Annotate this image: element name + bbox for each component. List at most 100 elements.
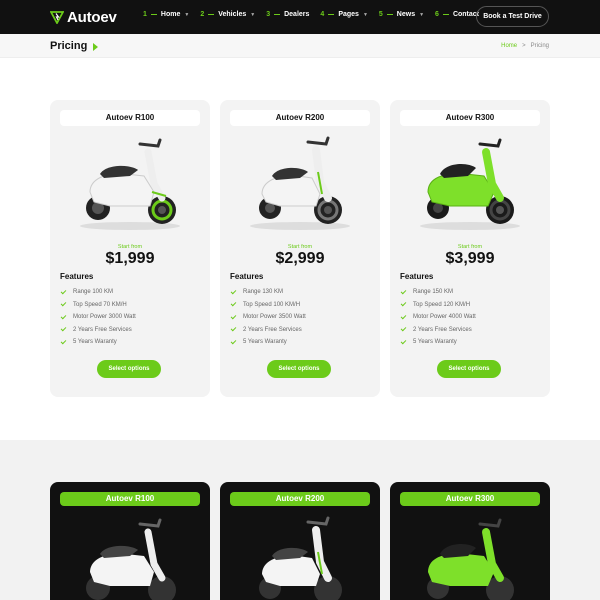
list-item: 2 Years Free Services [230, 324, 306, 337]
list-item: Top Speed 70 KM/H [60, 299, 136, 312]
list-item: Motor Power 4000 Watt [400, 311, 476, 324]
list-item: Range 130 KM [230, 286, 306, 299]
check-icon [400, 300, 407, 307]
breadcrumb-home-link[interactable]: Home [501, 43, 517, 49]
logo-icon [50, 11, 64, 24]
check-icon [230, 325, 237, 332]
book-test-drive-button[interactable]: Book a Test Drive [476, 6, 549, 27]
feature-text: 2 Years Free Services [243, 326, 302, 333]
list-item: Top Speed 120 KM/H [400, 299, 476, 312]
feature-text: Range 100 KM [73, 289, 114, 296]
select-options-button[interactable]: Select options [97, 360, 161, 378]
logo-text: Autoev [67, 8, 117, 26]
dark-pricing-card-r100: Autoev R100 [50, 482, 210, 600]
select-options-button[interactable]: Select options [267, 360, 331, 378]
feature-text: Top Speed 70 KM/H [73, 301, 127, 308]
scooter-image [80, 138, 180, 230]
list-item: 2 Years Free Services [400, 324, 476, 337]
card-title: Autoev R300 [400, 492, 540, 506]
nav-item-vehicles[interactable]: 2 Vehicles ▼ [200, 11, 255, 18]
nav-dash [328, 14, 335, 15]
check-icon [60, 288, 67, 295]
main-nav: 1 Home ▼ 2 Vehicles ▼ 3 Dealers 4 Pages … [143, 11, 479, 18]
card-title: Autoev R300 [400, 110, 540, 126]
feature-text: Motor Power 3000 Watt [73, 314, 136, 321]
feature-text: Motor Power 3500 Watt [243, 314, 306, 321]
nav-label: News [396, 11, 416, 18]
list-item: 2 Years Free Services [60, 324, 136, 337]
check-icon [400, 338, 407, 345]
breadcrumb-separator: > [522, 43, 526, 49]
features-list: Range 130 KM Top Speed 100 KM/H Motor Po… [230, 286, 306, 349]
list-item: Top Speed 100 KM/H [230, 299, 306, 312]
chevron-down-icon: ▼ [250, 11, 256, 18]
check-icon [60, 313, 67, 320]
check-icon [230, 288, 237, 295]
dark-pricing-card-r300: Autoev R300 [390, 482, 550, 600]
list-item: 5 Years Waranty [230, 336, 306, 349]
check-icon [60, 325, 67, 332]
card-title: Autoev R200 [230, 492, 370, 506]
pricing-card-r100: Autoev R100 Start from $1,999 Features R… [50, 100, 210, 397]
check-icon [400, 313, 407, 320]
card-title: Autoev R100 [60, 492, 200, 506]
feature-text: 5 Years Waranty [243, 339, 287, 346]
nav-number: 2 [200, 11, 205, 18]
features-list: Range 150 KM Top Speed 120 KM/H Motor Po… [400, 286, 476, 349]
nav-dash [150, 14, 157, 15]
nav-item-dealers[interactable]: 3 Dealers [266, 11, 309, 18]
page-title: Pricing [50, 40, 88, 52]
scooter-image [86, 518, 176, 600]
check-icon [60, 338, 67, 345]
pricing-card-r200: Autoev R200 Start from $2,999 Features R… [220, 100, 380, 397]
features-list: Range 100 KM Top Speed 70 KM/H Motor Pow… [60, 286, 136, 349]
feature-text: Range 130 KM [243, 289, 284, 296]
nav-number: 3 [266, 11, 271, 18]
chevron-down-icon: ▼ [184, 11, 190, 18]
check-icon [60, 300, 67, 307]
nav-item-news[interactable]: 5 News ▼ [379, 11, 424, 18]
select-options-button[interactable]: Select options [437, 360, 501, 378]
nav-item-pages[interactable]: 4 Pages ▼ [320, 11, 367, 18]
feature-text: 5 Years Waranty [73, 339, 117, 346]
list-item: 5 Years Waranty [60, 336, 136, 349]
nav-label: Pages [338, 11, 359, 18]
list-item: Range 100 KM [60, 286, 136, 299]
price: $1,999 [105, 250, 155, 267]
chevron-down-icon: ▼ [419, 11, 425, 18]
chevron-down-icon: ▼ [362, 11, 368, 18]
feature-text: Top Speed 100 KM/H [243, 301, 301, 308]
features-title: Features [400, 272, 434, 281]
price: $3,999 [445, 250, 495, 267]
feature-text: 2 Years Free Services [73, 326, 132, 333]
nav-item-contact[interactable]: 6 Contact [435, 11, 479, 18]
pricing-card-r300: Autoev R300 Start from $3,999 Features R… [390, 100, 550, 397]
nav-number: 4 [320, 11, 325, 18]
top-navigation-bar: Autoev 1 Home ▼ 2 Vehicles ▼ 3 Dealers 4… [0, 0, 600, 34]
list-item: Motor Power 3500 Watt [230, 311, 306, 324]
dark-pricing-card-r200: Autoev R200 [220, 482, 380, 600]
card-title: Autoev R100 [60, 110, 200, 126]
scooter-image [427, 518, 514, 600]
nav-dash [274, 14, 281, 15]
check-icon [230, 300, 237, 307]
check-icon [230, 338, 237, 345]
play-arrow-icon [93, 43, 98, 51]
feature-text: Range 150 KM [413, 289, 454, 296]
feature-text: 2 Years Free Services [413, 326, 472, 333]
list-item: Range 150 KM [400, 286, 476, 299]
breadcrumb-current: Pricing [530, 43, 549, 49]
check-icon [400, 288, 407, 295]
card-title: Autoev R200 [230, 110, 370, 126]
breadcrumb: Home > Pricing [501, 43, 549, 49]
nav-dash [442, 14, 449, 15]
nav-label: Vehicles [218, 11, 247, 18]
nav-item-home[interactable]: 1 Home ▼ [143, 11, 189, 18]
scooter-image [420, 138, 520, 230]
features-title: Features [60, 272, 94, 281]
logo[interactable]: Autoev [50, 8, 117, 26]
nav-dash [386, 14, 393, 15]
feature-text: Motor Power 4000 Watt [413, 314, 476, 321]
nav-number: 6 [435, 11, 439, 18]
nav-dash [208, 14, 215, 15]
